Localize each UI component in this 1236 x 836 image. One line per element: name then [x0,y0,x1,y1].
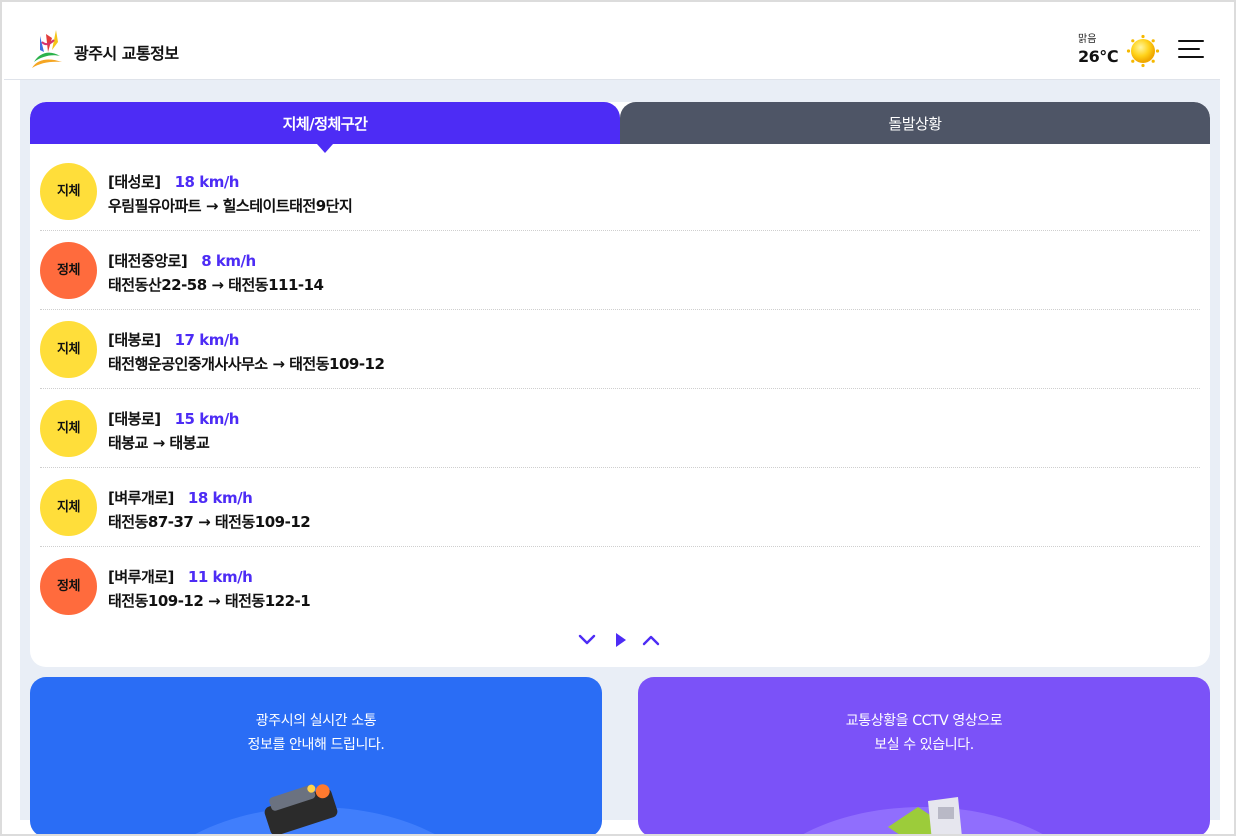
city-logo-icon[interactable] [28,28,66,70]
road-name: [벼루개로] [108,489,174,507]
weather-widget: 맑음 26℃ [1078,30,1119,66]
speed-value: 18 km/h [187,489,253,507]
speed-value: 11 km/h [187,568,253,586]
list-item[interactable]: 지체 [태봉로] 15 km/h 태봉교 → 태봉교 [40,389,1200,468]
list-item[interactable]: 지체 [태성로] 18 km/h 우림필유아파트 → 힐스테이트태전9단지 [40,152,1200,231]
road-name: [태봉로] [108,410,161,428]
speed-value: 8 km/h [201,252,256,270]
car-illustration-icon [195,784,435,834]
list-item[interactable]: 정체 [벼루개로] 11 km/h 태전동109-12 → 태전동122-1 [40,547,1200,626]
speed-value: 17 km/h [174,331,240,349]
route-text: 우림필유아파트 → 힐스테이트태전9단지 [108,197,353,215]
tab-incidents[interactable]: 돌발상황 [620,102,1210,144]
chevron-down-icon[interactable] [578,632,596,648]
realtime-traffic-card[interactable]: 광주시의 실시간 소통 정보를 안내해 드립니다. [30,677,602,834]
list-item[interactable]: 지체 [벼루개로] 18 km/h 태전동87-37 → 태전동109-12 [40,468,1200,547]
app-window: 광주시 교통정보 맑음 26℃ 지체/정체구간 돌발상황 지체 [태성로] 18… [0,0,1236,836]
speed-value: 15 km/h [174,410,240,428]
road-name: [태전중앙로] [108,252,188,270]
speed-value: 18 km/h [174,173,240,191]
road-name: [태봉로] [108,331,161,349]
traffic-list: 지체 [태성로] 18 km/h 우림필유아파트 → 힐스테이트태전9단지 정체 … [40,152,1200,626]
route-text: 태전행운공인중개사사무소 → 태전동109-12 [108,355,385,373]
card-text-line: 광주시의 실시간 소통 [255,713,377,729]
list-pager [578,632,662,652]
main-content: 지체/정체구간 돌발상황 지체 [태성로] 18 km/h 우림필유아파트 → 힐… [20,80,1220,834]
road-name: [벼루개로] [108,568,174,586]
route-text: 태전동산22-58 → 태전동111-14 [108,276,324,294]
tab-bar: 지체/정체구간 돌발상황 [30,102,1210,144]
route-text: 태봉교 → 태봉교 [108,434,210,452]
status-badge: 정체 [40,558,97,615]
tab-congestion[interactable]: 지체/정체구간 [30,102,620,144]
cctv-illustration-icon [803,797,1043,834]
card-text-line: 정보를 안내해 드립니다. [247,737,385,753]
list-item[interactable]: 지체 [태봉로] 17 km/h 태전행운공인중개사사무소 → 태전동109-12 [40,310,1200,389]
status-badge: 지체 [40,479,97,536]
card-text-line: 보실 수 있습니다. [874,737,974,753]
status-badge: 지체 [40,400,97,457]
play-icon[interactable] [614,632,628,648]
brand-title[interactable]: 광주시 교통정보 [74,40,179,64]
card-text-line: 교통상황을 CCTV 영상으로 [845,713,1003,729]
status-badge: 지체 [40,321,97,378]
weather-description: 맑음 [1078,34,1097,45]
road-name: [태성로] [108,173,161,191]
weather-temperature: 26℃ [1078,47,1119,66]
cctv-card[interactable]: 교통상황을 CCTV 영상으로 보실 수 있습니다. [638,677,1210,834]
status-badge: 정체 [40,242,97,299]
sun-icon [1126,34,1160,68]
route-text: 태전동87-37 → 태전동109-12 [108,513,311,531]
status-badge: 지체 [40,163,97,220]
route-text: 태전동109-12 → 태전동122-1 [108,592,311,610]
chevron-up-icon[interactable] [642,632,660,648]
list-item[interactable]: 정체 [태전중앙로] 8 km/h 태전동산22-58 → 태전동111-14 [40,231,1200,310]
hamburger-menu-icon[interactable] [1178,40,1204,62]
traffic-panel: 지체/정체구간 돌발상황 지체 [태성로] 18 km/h 우림필유아파트 → 힐… [30,102,1210,667]
header: 광주시 교통정보 맑음 26℃ [4,4,1220,80]
